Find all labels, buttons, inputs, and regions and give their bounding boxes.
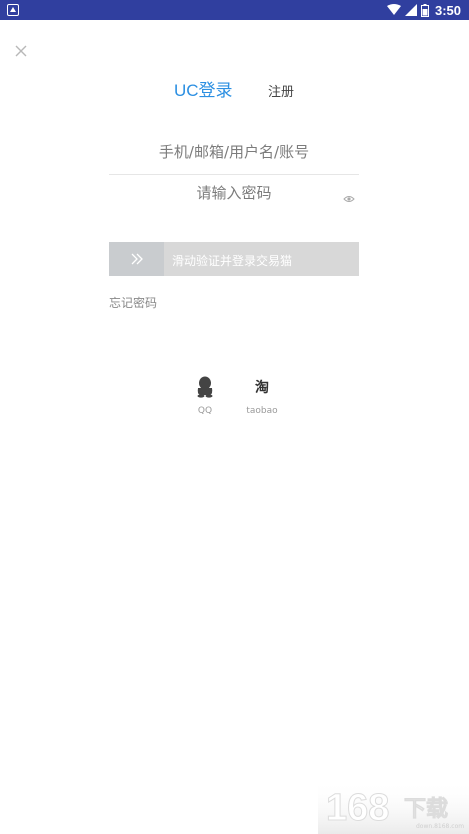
- status-time: 3:50: [434, 2, 461, 18]
- slider-handle[interactable]: [109, 242, 164, 276]
- close-button[interactable]: [11, 41, 31, 61]
- tab-uc-login[interactable]: UC登录: [174, 76, 233, 101]
- taobao-login-button[interactable]: 淘 taobao: [242, 374, 282, 416]
- taobao-icon: 淘: [255, 380, 269, 396]
- status-bar: 3:50: [0, 0, 469, 20]
- account-input[interactable]: [109, 136, 359, 168]
- double-chevron-right-icon: [131, 253, 143, 265]
- password-input[interactable]: [109, 177, 359, 209]
- eye-icon: [343, 196, 355, 202]
- tab-register[interactable]: 注册: [268, 81, 294, 100]
- app-notification-icon: [7, 4, 19, 16]
- signal-icon: [404, 4, 417, 16]
- wifi-icon: [386, 4, 401, 15]
- qq-label: QQ: [197, 406, 213, 416]
- status-icons: 3:50: [386, 0, 461, 20]
- login-screen: 3:50 UC登录 注册 滑动验证并登录交易猫 忘记密码: [0, 0, 469, 834]
- svg-text:down.8168.com: down.8168.com: [416, 823, 464, 830]
- qq-penguin-icon: [197, 376, 213, 398]
- slider-label: 滑动验证并登录交易猫: [172, 254, 293, 268]
- qq-login-button[interactable]: QQ: [185, 374, 225, 416]
- watermark-168-logo: 168 下载 down.8168.com: [318, 780, 469, 834]
- svg-text:下载: 下载: [404, 796, 448, 822]
- show-password-toggle[interactable]: [343, 190, 355, 202]
- battery-icon: [420, 3, 429, 17]
- input-divider: [109, 174, 359, 175]
- forgot-password-link[interactable]: 忘记密码: [109, 294, 157, 311]
- slide-verify-login[interactable]: 滑动验证并登录交易猫: [109, 242, 359, 276]
- svg-text:168: 168: [326, 787, 389, 829]
- close-icon: [15, 45, 27, 57]
- taobao-label: taobao: [246, 406, 278, 416]
